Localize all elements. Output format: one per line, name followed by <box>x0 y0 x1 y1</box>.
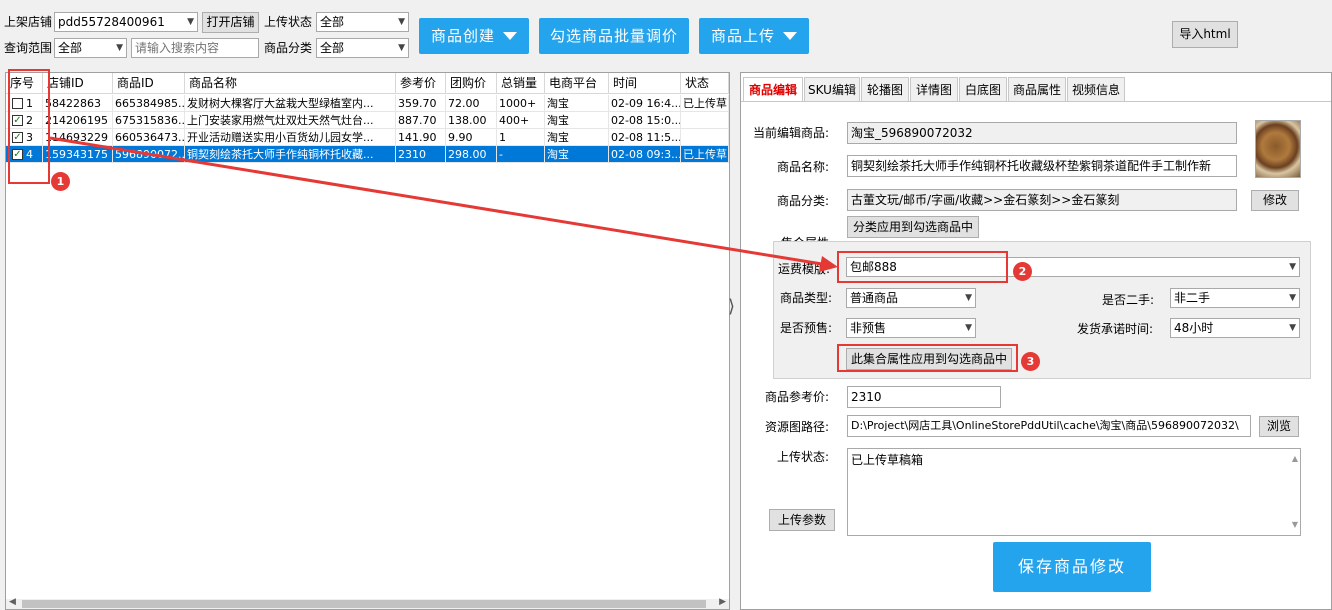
annotation-arrow-head <box>819 256 838 272</box>
annotation-arrow-line <box>49 136 829 267</box>
annotation-arrow <box>49 136 838 272</box>
